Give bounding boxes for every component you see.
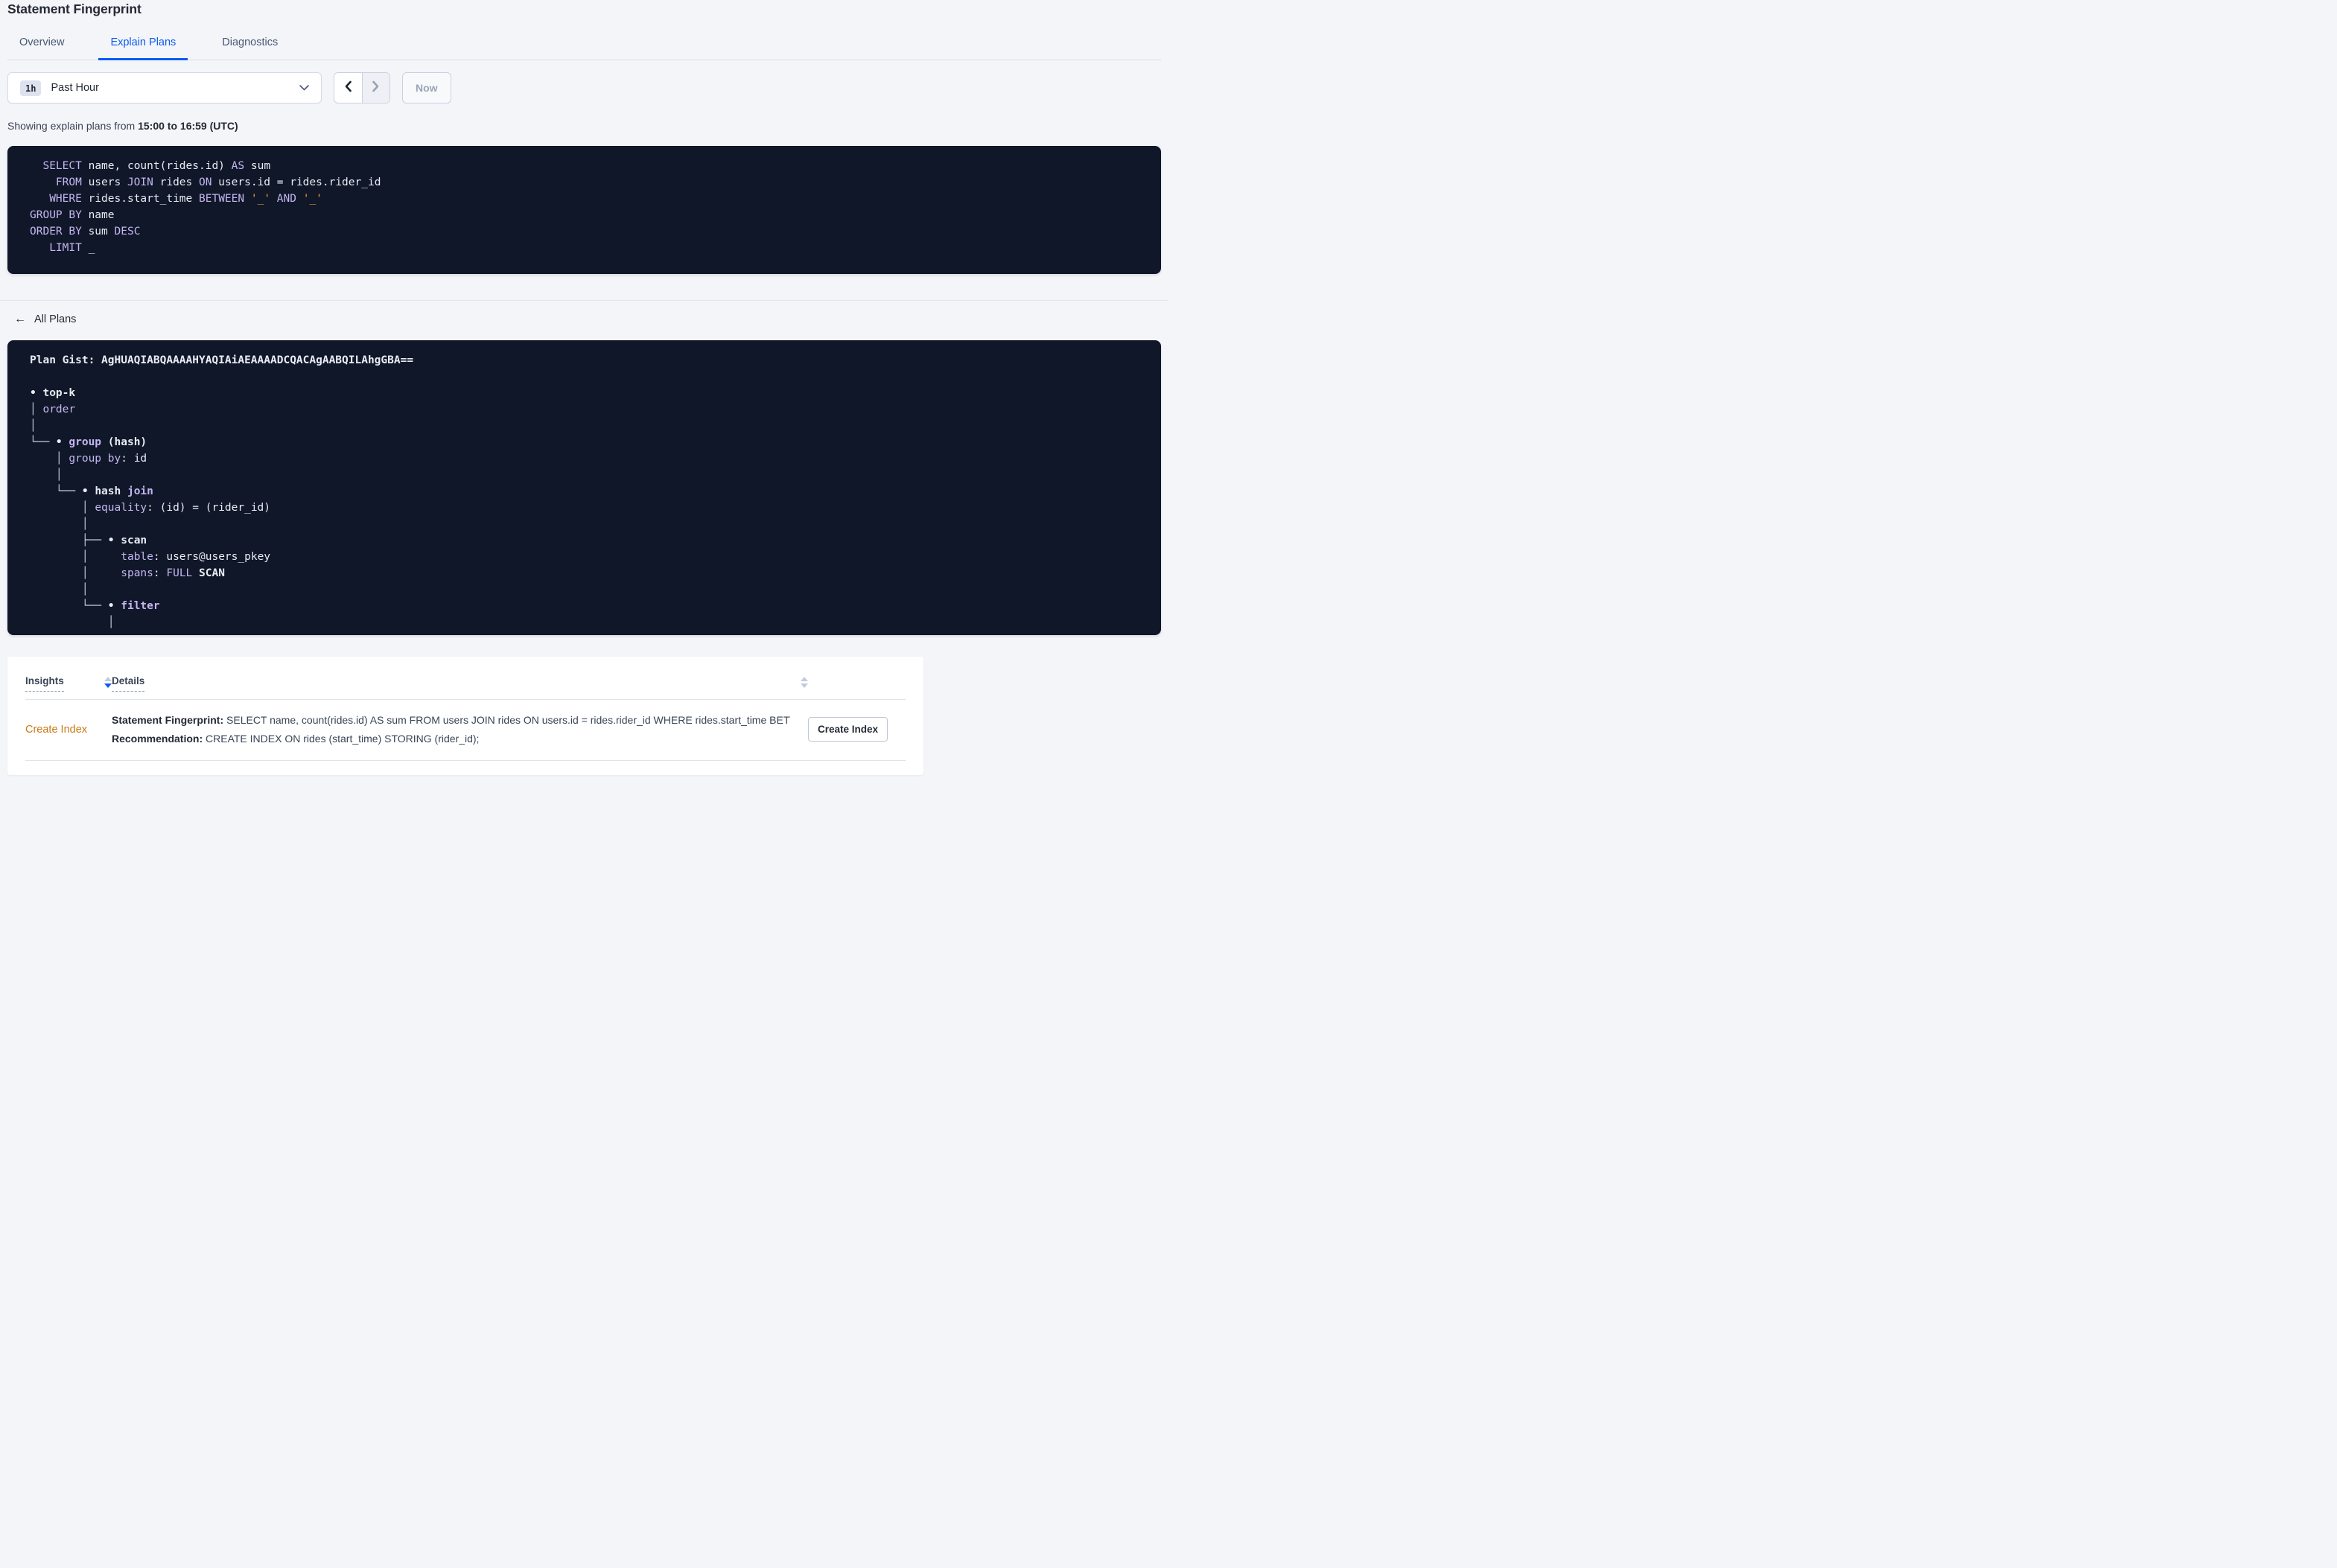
action-cell: Create Index <box>808 714 906 745</box>
column-header-details[interactable]: Details <box>112 675 145 692</box>
time-range-dropdown[interactable]: 1h Past Hour <box>7 72 322 103</box>
recommendation-label: Recommendation: <box>112 733 203 745</box>
tab-explain-plans[interactable]: Explain Plans <box>98 31 188 60</box>
time-controls: 1h Past Hour Now <box>7 72 1161 103</box>
statement-fingerprint-line: Statement Fingerprint: SELECT name, coun… <box>112 714 790 726</box>
details-column-header-cell: Details <box>112 675 808 692</box>
chevron-down-icon <box>299 85 309 91</box>
plan-gist-block: Plan Gist: AgHUAQIABQAAAAHYAQIAiAEAAAADC… <box>7 340 1161 635</box>
now-button[interactable]: Now <box>402 72 451 103</box>
sort-details-icon[interactable] <box>801 677 808 692</box>
details-cell: Statement Fingerprint: SELECT name, coun… <box>112 714 808 745</box>
page-title: Statement Fingerprint <box>7 1 142 16</box>
time-range-summary: Showing explain plans from 15:00 to 16:5… <box>7 120 1161 132</box>
plan-code: Plan Gist: AgHUAQIABQAAAAHYAQIAiAEAAAADC… <box>30 354 414 628</box>
chevron-right-icon <box>372 80 380 96</box>
insight-type-link[interactable]: Create Index <box>25 724 87 736</box>
statement-fingerprint-page: Statement Fingerprint Overview Explain P… <box>0 0 1168 775</box>
insights-table-card: Insights Details Create Index Statement … <box>7 657 923 775</box>
chevron-left-icon <box>344 80 352 96</box>
sql-statement-block: SELECT name, count(rides.id) AS sum FROM… <box>7 146 1161 274</box>
tab-diagnostics[interactable]: Diagnostics <box>210 31 290 60</box>
insight-cell: Create Index <box>25 714 112 745</box>
tab-overview[interactable]: Overview <box>7 31 76 60</box>
statement-fingerprint-text: SELECT name, count(rides.id) AS sum FROM… <box>226 714 790 726</box>
time-pager <box>334 72 390 103</box>
time-range-badge: 1h <box>20 80 42 96</box>
back-link-label: All Plans <box>34 313 77 325</box>
recommendation-text: CREATE INDEX ON rides (start_time) STORI… <box>206 733 480 745</box>
summary-range: 15:00 to 16:59 (UTC) <box>138 120 238 132</box>
recommendation-line: Recommendation: CREATE INDEX ON rides (s… <box>112 733 790 745</box>
summary-prefix: Showing explain plans from <box>7 120 139 132</box>
section-divider <box>0 300 1168 301</box>
statement-fingerprint-label: Statement Fingerprint: <box>112 714 224 726</box>
insights-column-header-cell: Insights <box>25 675 112 692</box>
insights-table-header: Insights Details <box>25 657 906 700</box>
previous-interval-button[interactable] <box>334 73 362 103</box>
back-arrow-icon: ← <box>14 313 26 325</box>
sql-code: SELECT name, count(rides.id) AS sum FROM… <box>30 160 381 254</box>
column-header-insights[interactable]: Insights <box>25 675 64 692</box>
time-range-value: Past Hour <box>51 82 99 94</box>
next-interval-button[interactable] <box>361 73 390 103</box>
table-row: Create Index Statement Fingerprint: SELE… <box>25 700 906 761</box>
sort-insights-icon[interactable] <box>104 677 112 692</box>
create-index-button[interactable]: Create Index <box>808 717 888 742</box>
tab-bar: Overview Explain Plans Diagnostics <box>7 31 1161 60</box>
all-plans-back-link[interactable]: ← All Plans <box>14 313 77 326</box>
